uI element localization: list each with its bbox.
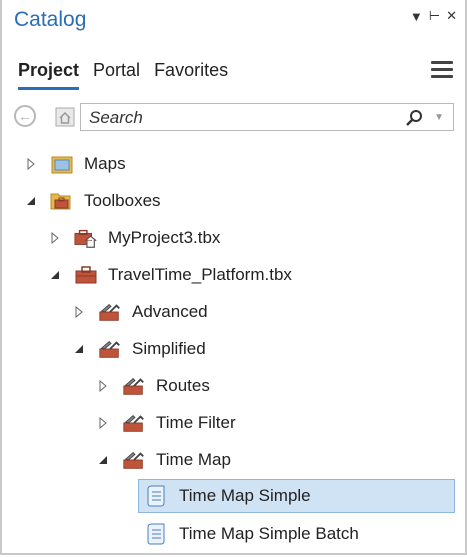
tree-item-label: Routes: [156, 376, 210, 395]
tree-item-time-map-simple-batch[interactable]: Time Map Simple Batch: [139, 517, 359, 551]
tree-item-time-filter[interactable]: Time Filter: [96, 406, 236, 440]
pane-options-dropdown-icon[interactable]: ▼: [410, 9, 423, 24]
expand-arrow-icon[interactable]: [96, 379, 110, 393]
toolset-icon: [122, 411, 146, 435]
expand-arrow-icon[interactable]: [24, 157, 38, 171]
hamburger-menu-icon[interactable]: [431, 61, 453, 78]
tree-item-simplified[interactable]: Simplified: [72, 332, 206, 366]
tab-favorites[interactable]: Favorites: [154, 60, 228, 90]
catalog-tabs: Project Portal Favorites: [18, 60, 228, 90]
maps-folder-icon: [50, 152, 74, 176]
collapse-arrow-icon[interactable]: [48, 268, 62, 282]
catalog-pane: Catalog ▼ ⊢ ✕ Project Portal Favorites ←…: [0, 0, 467, 555]
toolset-icon: [98, 337, 122, 361]
tree-item-label: TravelTime_Platform.tbx: [108, 265, 292, 284]
tree-item-toolboxes[interactable]: Toolboxes: [24, 184, 161, 218]
expand-arrow-icon[interactable]: [72, 305, 86, 319]
pane-controls: ▼ ⊢ ✕: [410, 8, 457, 24]
tree-item-label: Time Filter: [156, 413, 236, 432]
tree-item-label: Maps: [84, 154, 126, 173]
toolset-icon: [122, 448, 146, 472]
tree-item-label: Time Map Simple Batch: [179, 524, 359, 543]
search-options-icon[interactable]: ▼: [434, 112, 444, 123]
tree-item-label: Advanced: [132, 302, 208, 321]
tree-item-label: MyProject3.tbx: [108, 228, 221, 247]
search-box: ▼: [80, 103, 454, 131]
tree-item-label: Simplified: [132, 339, 206, 358]
tree-item-label: Time Map: [156, 450, 231, 469]
collapse-arrow-icon[interactable]: [72, 342, 86, 356]
toolset-icon: [98, 300, 122, 324]
tree-item-maps[interactable]: Maps: [24, 147, 126, 181]
toolbox-home-icon: [74, 226, 98, 250]
folder-open-icon: [50, 189, 74, 213]
tree-item-label: Toolboxes: [84, 191, 161, 210]
toolbox-icon: [74, 263, 98, 287]
project-home-icon[interactable]: [54, 104, 76, 128]
search-input[interactable]: [87, 107, 391, 129]
script-tool-icon: [145, 484, 169, 508]
tree-item-advanced[interactable]: Advanced: [72, 295, 208, 329]
pane-title: Catalog: [14, 8, 87, 31]
tree-item-routes[interactable]: Routes: [96, 369, 210, 403]
expand-arrow-icon[interactable]: [96, 416, 110, 430]
script-tool-icon: [145, 522, 169, 546]
back-arrow-icon[interactable]: ←: [14, 105, 36, 127]
search-icon[interactable]: [405, 109, 423, 132]
tree-item-myproject3-tbx[interactable]: MyProject3.tbx: [48, 221, 220, 255]
tab-project[interactable]: Project: [18, 60, 80, 90]
expand-arrow-icon[interactable]: [48, 231, 62, 245]
collapse-arrow-icon[interactable]: [24, 194, 38, 208]
tab-portal[interactable]: Portal: [93, 60, 140, 90]
toolset-icon: [122, 374, 146, 398]
collapse-arrow-icon[interactable]: [96, 453, 110, 467]
tree-item-traveltime-platform-tbx[interactable]: TravelTime_Platform.tbx: [48, 258, 292, 292]
close-icon[interactable]: ✕: [446, 8, 457, 24]
tree-item-time-map-simple[interactable]: Time Map Simple: [138, 479, 455, 513]
tree-item-time-map[interactable]: Time Map: [96, 443, 231, 477]
auto-hide-pin-icon[interactable]: ⊢: [429, 8, 440, 24]
tree-item-label: Time Map Simple: [179, 486, 311, 505]
